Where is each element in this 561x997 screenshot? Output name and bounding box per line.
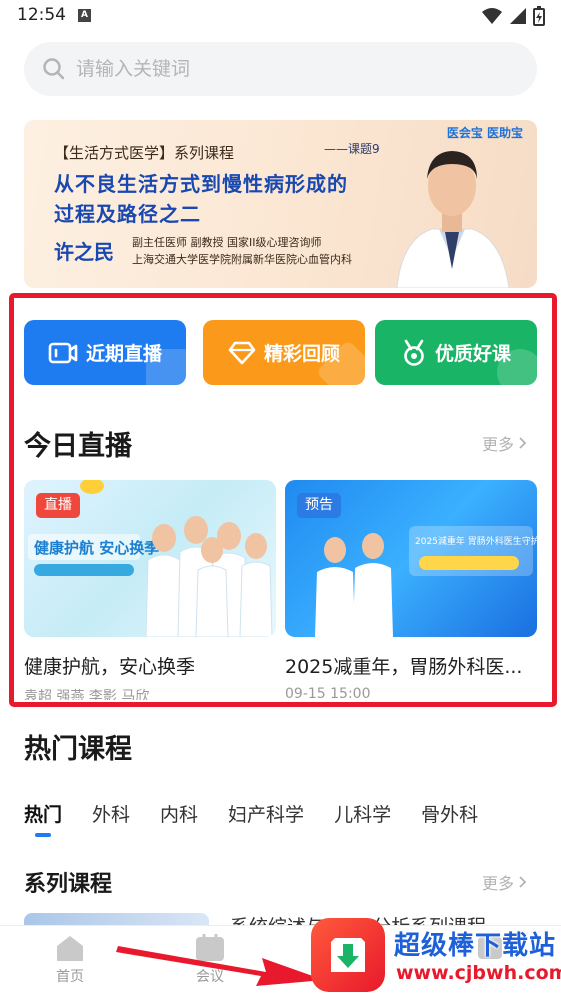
wifi-icon	[482, 8, 502, 24]
annotation-arrow	[116, 946, 324, 986]
tab-pediatrics[interactable]: 儿科学	[334, 800, 391, 827]
preview-card-time: 09-15 15:00	[285, 686, 371, 700]
series-courses-title: 系列课程	[24, 872, 113, 897]
battery-icon	[533, 6, 545, 26]
signal-icon	[510, 8, 526, 24]
search-bar[interactable]	[24, 42, 537, 96]
banner-series: 【生活方式医学】系列课程	[54, 144, 235, 162]
diamond-icon	[228, 340, 256, 366]
banner-title-line1: 从不良生活方式到慢性病形成的	[54, 172, 348, 196]
status-time: 12:54	[17, 5, 66, 25]
preview-card-title: 2025减重年，胃肠外科医...	[285, 656, 523, 678]
hot-courses-title: 热门课程	[24, 734, 132, 765]
banner-doctor-role: 副主任医师 副教授 国家II级心理咨询师	[132, 236, 322, 249]
recent-live-button[interactable]: 近期直播	[24, 320, 186, 385]
banner-title-line2: 过程及路径之二	[54, 202, 201, 226]
more-label: 更多	[482, 874, 515, 893]
tab-internal-medicine[interactable]: 内科	[160, 800, 198, 827]
chevron-right-icon	[519, 876, 527, 888]
live-badge: 直播	[36, 493, 80, 518]
quality-course-label: 优质好课	[434, 343, 511, 365]
watermark-logo	[311, 918, 385, 992]
course-category-tabs: 热门 外科 内科 妇产科学 儿科学 骨外科	[24, 800, 508, 837]
chevron-right-icon	[519, 437, 527, 449]
download-icon	[331, 938, 365, 972]
status-icons	[481, 6, 545, 26]
watermark-url: www.cjbwh.com	[396, 962, 561, 984]
banner-doctor-org: 上海交通大学医学院附属新华医院心血管内科	[132, 253, 352, 266]
today-live-title: 今日直播	[24, 431, 132, 462]
quality-course-button[interactable]: 优质好课	[375, 320, 537, 385]
notification-icon: A	[78, 9, 91, 22]
tab-hot[interactable]: 热门	[24, 800, 62, 827]
doctor-photo	[396, 151, 510, 288]
more-label: 更多	[482, 435, 515, 454]
banner-doctor-name: 许之民	[54, 240, 114, 264]
search-input[interactable]	[76, 58, 496, 80]
live-card-title: 健康护航，安心换季	[24, 656, 196, 678]
live-card-weight-loss[interactable]: 预告 2025減重年 胃肠外科医生守护科学减重	[285, 480, 537, 637]
tab-orthopedics[interactable]: 骨外科	[421, 800, 478, 827]
tab-obstetrics[interactable]: 妇产科学	[228, 800, 304, 827]
highlights-review-button[interactable]: 精彩回顾	[203, 320, 365, 385]
medal-icon	[401, 339, 427, 367]
preview-badge: 预告	[297, 493, 341, 518]
active-tab-indicator	[35, 833, 51, 837]
live-card-health[interactable]: 直播 健康护航 安心换季	[24, 480, 276, 637]
tab-surgery[interactable]: 外科	[92, 800, 130, 827]
recent-live-label: 近期直播	[85, 343, 162, 365]
preview-poster-text: 2025減重年 胃肠外科医生守护科学减重	[415, 535, 537, 547]
watermark-site-name: 超级棒下载站	[394, 931, 557, 961]
search-icon	[43, 58, 65, 80]
course-banner[interactable]: 医会宝 医助宝 【生活方式医学】系列课程 ——课题9 从不良生活方式到慢性病形成…	[24, 120, 537, 288]
video-camera-icon	[48, 340, 78, 366]
live-poster-text: 健康护航 安心换季	[34, 539, 159, 557]
today-live-more-link[interactable]: 更多	[482, 431, 527, 455]
live-card-speakers: 袁超 强燕 李影 马欣	[24, 689, 150, 700]
nav-home-label: 首页	[56, 969, 84, 985]
home-icon	[57, 936, 83, 961]
series-courses-more-link[interactable]: 更多	[482, 870, 527, 894]
banner-episode: ——课题9	[324, 142, 380, 156]
doctors-group	[145, 516, 273, 637]
nav-home[interactable]: 首页	[30, 934, 110, 986]
status-bar: 12:54 A	[0, 0, 561, 34]
highlights-review-label: 精彩回顾	[263, 343, 340, 365]
